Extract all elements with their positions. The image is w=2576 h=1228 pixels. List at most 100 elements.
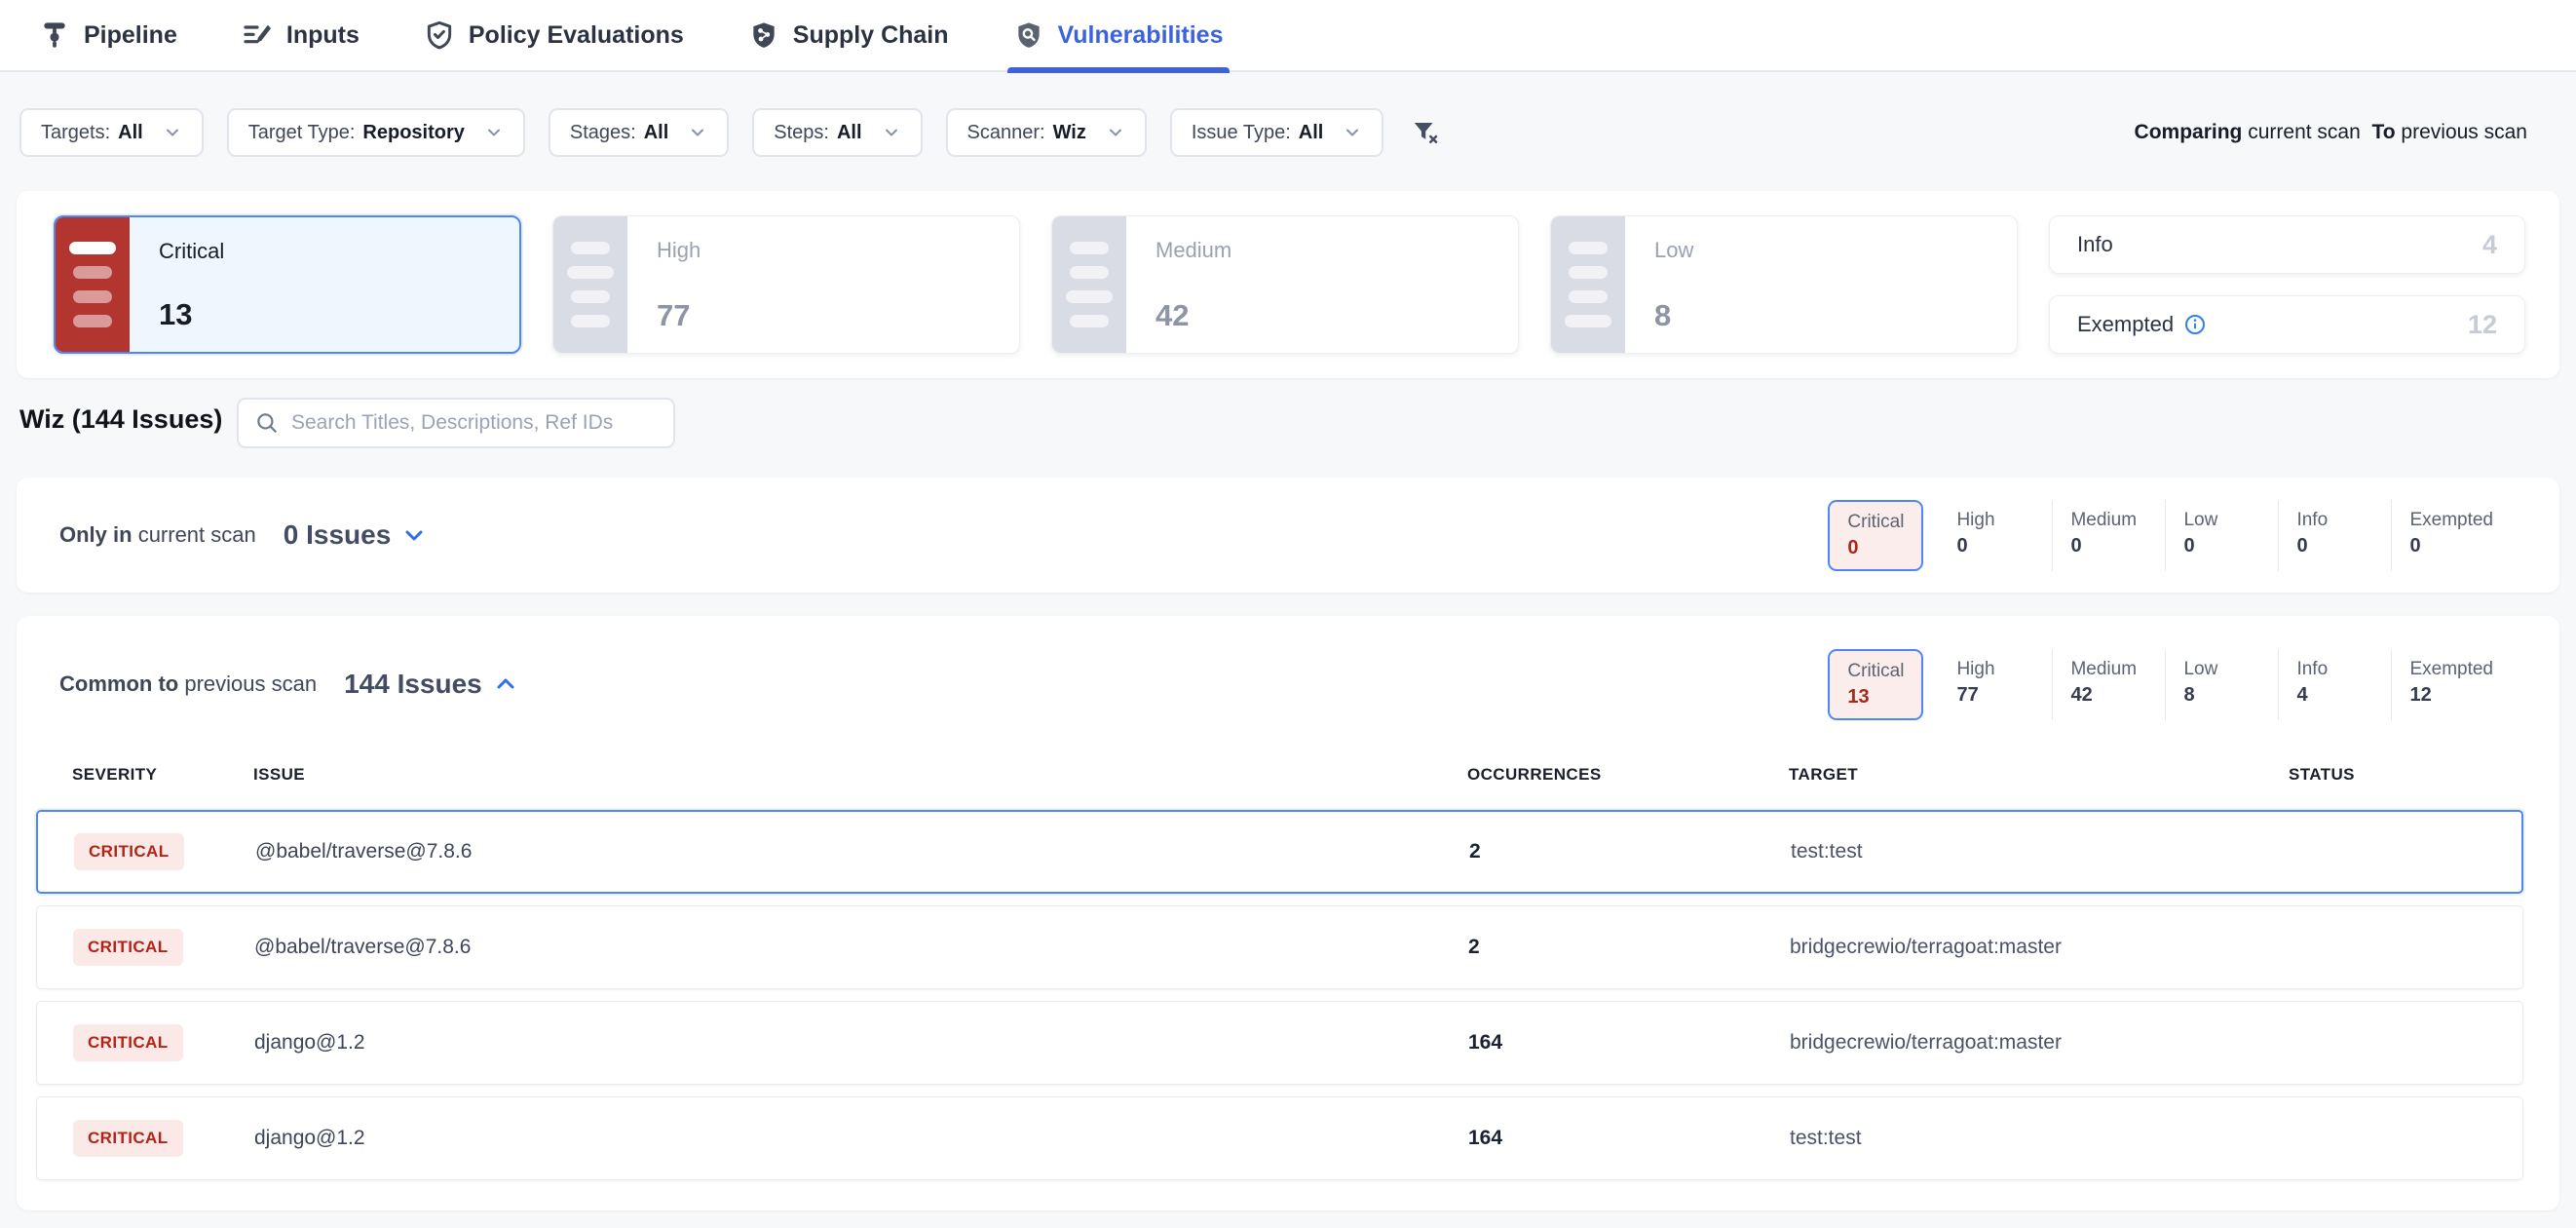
exempted-card-label: Exempted <box>2077 312 2207 337</box>
target-cell: test:test <box>1791 840 2291 863</box>
supply-chain-shield-icon <box>748 19 779 51</box>
severity-meter-icon <box>553 216 627 353</box>
search-box <box>237 398 675 448</box>
filter-stages[interactable]: Stages: All <box>549 108 729 157</box>
severity-card-high[interactable]: High 77 <box>552 215 1020 354</box>
issue-cell: django@1.2 <box>254 1031 1468 1055</box>
chip-low[interactable]: Low 8 <box>2165 649 2278 720</box>
tab-vulnerabilities[interactable]: Vulnerabilities <box>1013 0 1224 71</box>
section-toggle[interactable]: 0 Issues <box>284 519 427 551</box>
severity-badge: CRITICAL <box>74 833 184 870</box>
chip-critical[interactable]: Critical 0 <box>1828 500 1923 571</box>
comparing-word: Comparing <box>2135 121 2243 143</box>
comparing-scan: previous scan <box>2401 121 2527 143</box>
issue-cell: django@1.2 <box>254 1127 1468 1150</box>
filter-value: All <box>644 122 669 144</box>
severity-meter-icon <box>56 217 130 352</box>
target-cell: test:test <box>1790 1127 2290 1150</box>
pipeline-icon <box>39 19 70 51</box>
filter-target-type[interactable]: Target Type: Repository <box>227 108 525 157</box>
filter-scanner[interactable]: Scanner: Wiz <box>946 108 1147 157</box>
severity-card-medium[interactable]: Medium 42 <box>1051 215 1519 354</box>
filter-targets[interactable]: Targets: All <box>19 108 204 157</box>
severity-card-critical[interactable]: Critical 13 <box>54 215 521 354</box>
filter-issue-type[interactable]: Issue Type: All <box>1170 108 1383 157</box>
side-cards: Info 4 Exempted 12 <box>2049 215 2525 354</box>
tab-label: Inputs <box>286 21 360 50</box>
filter-value: Wiz <box>1053 122 1086 144</box>
table-row[interactable]: CRITICAL @babel/traverse@7.8.6 2 bridgec… <box>36 905 2523 989</box>
chip-low[interactable]: Low 0 <box>2165 500 2278 571</box>
chevron-down-icon <box>688 123 707 142</box>
chip-critical[interactable]: Critical 13 <box>1828 649 1923 720</box>
target-cell: bridgecrewio/terragoat:master <box>1790 1031 2290 1055</box>
scanner-heading: Wiz (144 Issues) <box>19 404 222 435</box>
severity-badge: CRITICAL <box>73 1024 183 1061</box>
tab-supply-chain[interactable]: Supply Chain <box>748 0 949 71</box>
search-input[interactable] <box>291 411 658 435</box>
col-issue: ISSUE <box>253 765 1467 785</box>
table-row[interactable]: CRITICAL django@1.2 164 test:test <box>36 1096 2523 1180</box>
severity-card-count: 42 <box>1155 298 1518 333</box>
chip-medium[interactable]: Medium 0 <box>2052 500 2165 571</box>
severity-card-label: High <box>657 238 1019 263</box>
issue-cell: @babel/traverse@7.8.6 <box>255 840 1469 863</box>
info-card[interactable]: Info 4 <box>2049 215 2525 274</box>
filter-steps[interactable]: Steps: All <box>752 108 922 157</box>
section-title: Common to previous scan <box>59 672 317 697</box>
search-icon <box>254 410 280 436</box>
section-toggle[interactable]: 144 Issues <box>344 669 517 700</box>
filter-x-icon <box>1411 118 1440 147</box>
tab-policy-evaluations[interactable]: Policy Evaluations <box>424 0 684 71</box>
severity-badge: CRITICAL <box>73 1120 183 1157</box>
tab-inputs[interactable]: Inputs <box>242 0 360 71</box>
filter-label: Stages: <box>570 122 636 144</box>
target-cell: bridgecrewio/terragoat:master <box>1790 936 2290 959</box>
chevron-down-icon <box>402 523 426 547</box>
severity-meter-icon <box>1052 216 1126 353</box>
chip-info[interactable]: Info 4 <box>2278 649 2391 720</box>
filter-label: Steps: <box>774 122 829 144</box>
clear-filters-button[interactable] <box>1411 118 1440 147</box>
filter-label: Targets: <box>41 122 110 144</box>
filter-label: Scanner: <box>967 122 1045 144</box>
chevron-up-icon <box>494 672 517 696</box>
exempted-card[interactable]: Exempted 12 <box>2049 295 2525 354</box>
top-tab-bar: Pipeline Inputs Policy Evaluations Suppl… <box>0 0 2576 72</box>
comparing-scan: current scan <box>2248 121 2361 143</box>
only-in-current-scan-section: Only in current scan 0 Issues Critical 0… <box>17 478 2559 593</box>
chip-exempted[interactable]: Exempted 12 <box>2391 649 2511 720</box>
tab-label: Supply Chain <box>793 21 949 50</box>
table-header: SEVERITY ISSUE OCCURRENCES TARGET STATUS <box>36 758 2523 791</box>
occurrences-cell: 2 <box>1468 936 1790 959</box>
filter-row: Targets: All Target Type: Repository Sta… <box>19 108 1440 157</box>
filter-label: Target Type: <box>248 122 356 144</box>
policy-shield-check-icon <box>424 19 455 51</box>
comparing-label: Comparing current scan To previous scan <box>2135 121 2527 144</box>
chip-info[interactable]: Info 0 <box>2278 500 2391 571</box>
severity-chips: Critical 0 High 0 Medium 0 Low 0 Info 0 … <box>1828 500 2511 571</box>
tab-label: Vulnerabilities <box>1058 21 1224 50</box>
tab-pipeline[interactable]: Pipeline <box>39 0 177 71</box>
severity-meter-icon <box>1551 216 1625 353</box>
chip-medium[interactable]: Medium 42 <box>2052 649 2165 720</box>
chevron-down-icon <box>163 123 182 142</box>
severity-badge: CRITICAL <box>73 929 183 966</box>
inputs-icon <box>242 19 273 51</box>
col-severity: SEVERITY <box>72 765 253 785</box>
severity-card-count: 13 <box>159 297 519 332</box>
chevron-down-icon <box>1343 123 1362 142</box>
table-row[interactable]: CRITICAL django@1.2 164 bridgecrewio/ter… <box>36 1001 2523 1085</box>
table-row[interactable]: CRITICAL @babel/traverse@7.8.6 2 test:te… <box>36 810 2523 894</box>
chip-exempted[interactable]: Exempted 0 <box>2391 500 2511 571</box>
severity-card-label: Medium <box>1155 238 1518 263</box>
chip-high[interactable]: High 77 <box>1939 649 2052 720</box>
chevron-down-icon <box>1106 123 1125 142</box>
severity-chips: Critical 13 High 77 Medium 42 Low 8 Info… <box>1828 649 2511 720</box>
vulnerabilities-shield-search-icon <box>1013 19 1044 51</box>
comparing-to: To <box>2371 121 2395 143</box>
severity-card-count: 77 <box>657 298 1019 333</box>
tab-label: Policy Evaluations <box>469 21 684 50</box>
severity-card-low[interactable]: Low 8 <box>1550 215 2018 354</box>
chip-high[interactable]: High 0 <box>1939 500 2052 571</box>
